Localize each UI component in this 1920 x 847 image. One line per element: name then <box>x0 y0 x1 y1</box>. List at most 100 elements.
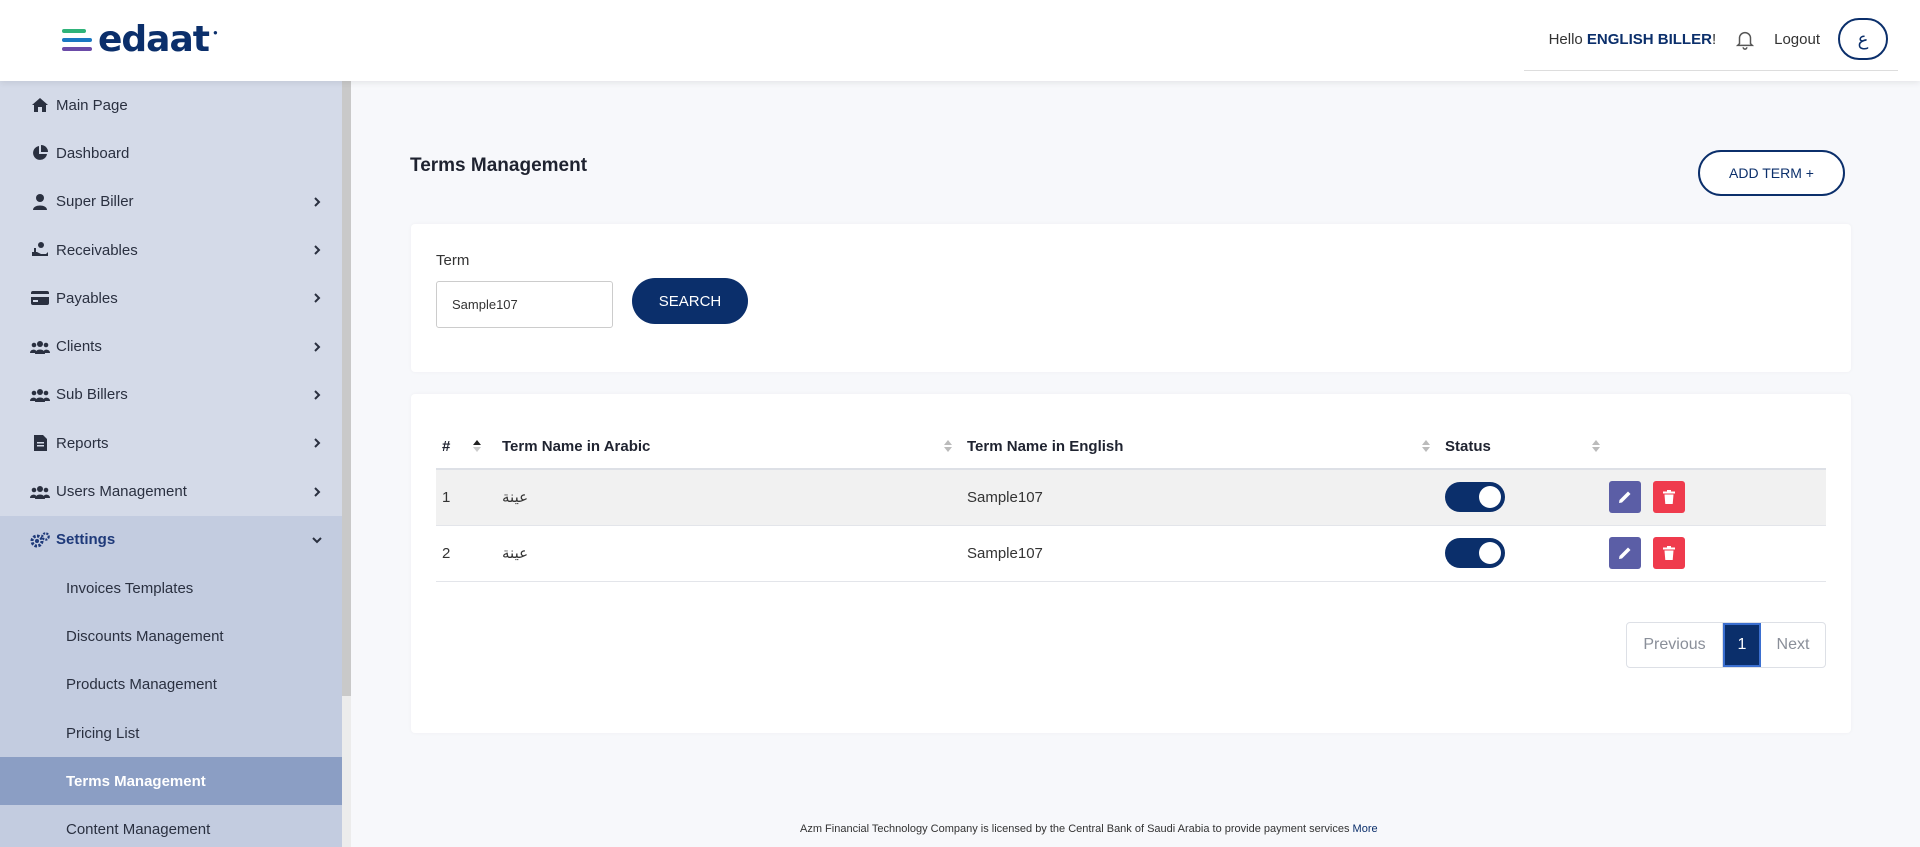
report-icon <box>30 434 50 452</box>
scrollbar-thumb[interactable] <box>342 81 351 696</box>
sidebar-subitem-content-management[interactable]: Content Management <box>0 805 342 847</box>
edit-button[interactable] <box>1609 537 1641 569</box>
page-1-button[interactable]: 1 <box>1723 623 1761 667</box>
chevron-right-icon <box>314 197 321 207</box>
sort-icon <box>1422 440 1430 452</box>
footer-text: Azm Financial Technology Company is lice… <box>800 823 1350 835</box>
delete-button[interactable] <box>1653 537 1686 569</box>
chevron-right-icon <box>314 293 321 304</box>
sidebar-item-main-page[interactable]: Main Page <box>0 81 342 129</box>
table-row: 2 عينة Sample107 <box>436 525 1826 582</box>
cell-arabic: عينة <box>496 525 961 582</box>
gears-icon <box>30 531 50 549</box>
cell-actions <box>1609 525 1826 582</box>
greeting-suffix: ! <box>1711 30 1717 48</box>
logo-dot: ● <box>212 28 218 37</box>
column-header-arabic[interactable]: Term Name in Arabic <box>496 424 961 470</box>
sidebar-item-sub-billers[interactable]: Sub Billers <box>0 371 342 419</box>
delete-button[interactable] <box>1653 481 1686 514</box>
sidebar-subitem-pricing-list[interactable]: Pricing List <box>0 709 342 757</box>
column-header-label: # <box>442 437 451 455</box>
sidebar-item-reports[interactable]: Reports <box>0 419 342 467</box>
terms-table-panel: # Term Name in Arabic Term Name in Engli… <box>411 394 1851 733</box>
sidebar-item-label: Clients <box>56 338 102 356</box>
previous-page-button[interactable]: Previous <box>1627 623 1723 667</box>
sidebar-item-receivables[interactable]: Receivables <box>0 226 342 274</box>
term-search-input[interactable] <box>436 281 613 328</box>
sidebar-subitem-terms-management[interactable]: Terms Management <box>0 757 342 806</box>
footer-more-link[interactable]: More <box>1353 823 1378 835</box>
credit-card-icon <box>30 289 50 307</box>
chevron-right-icon <box>314 438 321 448</box>
sidebar-item-settings[interactable]: Settings <box>0 515 342 564</box>
sidebar-item-label: Dashboard <box>56 144 130 162</box>
search-panel: Term SEARCH <box>411 224 1851 372</box>
sidebar-item-label: Users Management <box>56 483 187 501</box>
sidebar-item-users-management[interactable]: Users Management <box>0 467 342 515</box>
sidebar-item-dashboard[interactable]: Dashboard <box>0 129 342 177</box>
toggle-knob <box>1479 542 1501 564</box>
chevron-right-icon <box>314 341 321 352</box>
logout-link[interactable]: Logout <box>1774 31 1820 48</box>
sidebar-item-label: Super Biller <box>56 193 134 211</box>
pie-chart-icon <box>30 144 50 162</box>
sort-icon <box>944 440 952 452</box>
cell-index: 2 <box>436 525 496 582</box>
term-label: Term <box>436 252 470 269</box>
top-header: edaat ● Hello ENGLISH BILLER! Logout ع <box>0 0 1920 81</box>
sort-icon <box>1592 440 1600 452</box>
column-header-actions <box>1609 424 1826 470</box>
cell-index: 1 <box>436 469 496 526</box>
sidebar-item-label: Main Page <box>56 96 128 114</box>
column-header-english[interactable]: Term Name in English <box>961 424 1439 470</box>
sidebar: Main Page Dashboard Super Biller Receiva… <box>0 81 342 847</box>
cell-arabic: عينة <box>496 469 961 526</box>
sort-asc-icon <box>473 440 481 452</box>
search-button[interactable]: SEARCH <box>632 278 748 324</box>
column-header-label: Term Name in Arabic <box>502 437 651 455</box>
users-icon <box>30 386 50 404</box>
footer: Azm Financial Technology Company is lice… <box>800 823 1378 835</box>
column-header-index[interactable]: # <box>436 424 496 470</box>
sidebar-subitem-products-management[interactable]: Products Management <box>0 661 342 709</box>
next-page-button[interactable]: Next <box>1761 623 1825 667</box>
home-icon <box>30 96 50 114</box>
sidebar-subitem-invoices-templates[interactable]: Invoices Templates <box>0 564 342 612</box>
edit-button[interactable] <box>1609 481 1641 514</box>
page-title: Terms Management <box>410 155 588 176</box>
toggle-knob <box>1479 486 1501 509</box>
trash-icon <box>1663 490 1676 505</box>
language-toggle-button[interactable]: ع <box>1838 18 1888 60</box>
sidebar-item-label: Sub Billers <box>56 386 128 404</box>
add-term-button[interactable]: ADD TERM + <box>1698 150 1845 196</box>
sidebar-item-payables[interactable]: Payables <box>0 274 342 322</box>
table-row: 1 عينة Sample107 <box>436 469 1826 526</box>
column-header-label: Status <box>1445 437 1491 455</box>
pencil-icon <box>1619 547 1631 559</box>
chevron-right-icon <box>314 390 321 400</box>
sidebar-scrollbar[interactable] <box>342 81 351 847</box>
logo-mark <box>62 29 94 51</box>
header-actions: Hello ENGLISH BILLER! Logout ع <box>1523 18 1898 71</box>
bell-icon[interactable] <box>1734 28 1756 50</box>
settings-submenu: Invoices Templates Discounts Management … <box>0 563 342 847</box>
cell-english: Sample107 <box>961 469 1439 526</box>
sidebar-item-label: Settings <box>56 531 116 549</box>
chevron-right-icon <box>314 486 321 497</box>
column-header-status[interactable]: Status <box>1439 424 1609 470</box>
pagination: Previous 1 Next <box>1626 622 1826 668</box>
status-toggle[interactable] <box>1445 482 1505 513</box>
sidebar-subitem-discounts-management[interactable]: Discounts Management <box>0 612 342 660</box>
chevron-right-icon <box>314 245 321 255</box>
sidebar-item-label: Reports <box>56 434 109 452</box>
sidebar-item-label: Payables <box>56 289 118 307</box>
sidebar-item-super-biller[interactable]: Super Biller <box>0 178 342 226</box>
status-toggle[interactable] <box>1445 538 1505 568</box>
users-icon <box>30 483 50 501</box>
user-name: ENGLISH BILLER <box>1586 30 1712 48</box>
edaat-logo[interactable]: edaat ● <box>62 22 218 58</box>
greeting-text: Hello <box>1548 30 1583 48</box>
users-icon <box>30 338 50 356</box>
cell-status <box>1439 469 1609 526</box>
sidebar-item-clients[interactable]: Clients <box>0 322 342 370</box>
